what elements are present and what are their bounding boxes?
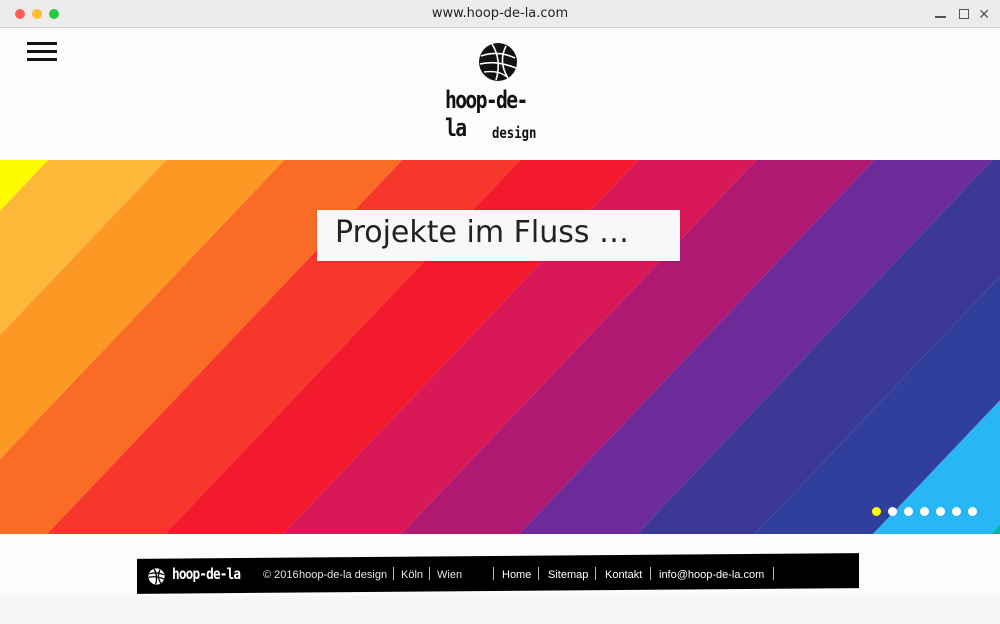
- footer-city-koeln: Köln: [401, 569, 424, 581]
- footer-link-home[interactable]: Home: [502, 569, 531, 581]
- maximize-icon[interactable]: [959, 6, 969, 19]
- hero-title: Projekte im Fluss …: [335, 215, 630, 250]
- slider-dots: [872, 507, 984, 517]
- slider-dot[interactable]: [952, 507, 961, 516]
- footer-separator: [493, 567, 494, 580]
- footer-separator: [393, 567, 394, 580]
- slider-dot[interactable]: [872, 507, 881, 516]
- footer-separator: [773, 567, 774, 580]
- footer-separator: [538, 567, 539, 580]
- slider-dot[interactable]: [920, 507, 929, 516]
- footer-copyright: © 2016: [263, 569, 299, 581]
- menu-icon[interactable]: [27, 42, 57, 64]
- page-bottom-area: [0, 596, 1000, 624]
- hero-title-box: Projekte im Fluss …: [317, 210, 680, 261]
- slider-dot[interactable]: [936, 507, 945, 516]
- logo-subtitle: design: [492, 124, 537, 142]
- slider-dot[interactable]: [968, 507, 977, 516]
- slider-dot[interactable]: [904, 507, 913, 516]
- footer-logo[interactable]: hoop-de-la: [172, 565, 241, 583]
- footer-link-email[interactable]: info@hoop-de-la.com: [659, 569, 764, 581]
- footer-link-sitemap[interactable]: Sitemap: [548, 569, 588, 581]
- slider-dot[interactable]: [888, 507, 897, 516]
- site-logo[interactable]: hoop-de-la design: [440, 40, 560, 146]
- footer-link-kontakt[interactable]: Kontakt: [605, 569, 642, 581]
- footer-city-wien: Wien: [437, 569, 463, 581]
- browser-titlebar: www.hoop-de-la.com ✕: [0, 0, 1000, 28]
- footer-company: hoop-de-la design: [299, 569, 388, 581]
- close-icon[interactable]: ✕: [978, 6, 990, 22]
- minimize-icon[interactable]: [935, 6, 946, 18]
- footer-separator: [650, 567, 651, 580]
- footer-ball-logo-icon: [148, 568, 165, 585]
- ball-logo-icon: [479, 43, 517, 81]
- address-bar[interactable]: www.hoop-de-la.com: [0, 6, 1000, 21]
- footer-separator: [429, 567, 430, 580]
- footer-separator: [595, 567, 596, 580]
